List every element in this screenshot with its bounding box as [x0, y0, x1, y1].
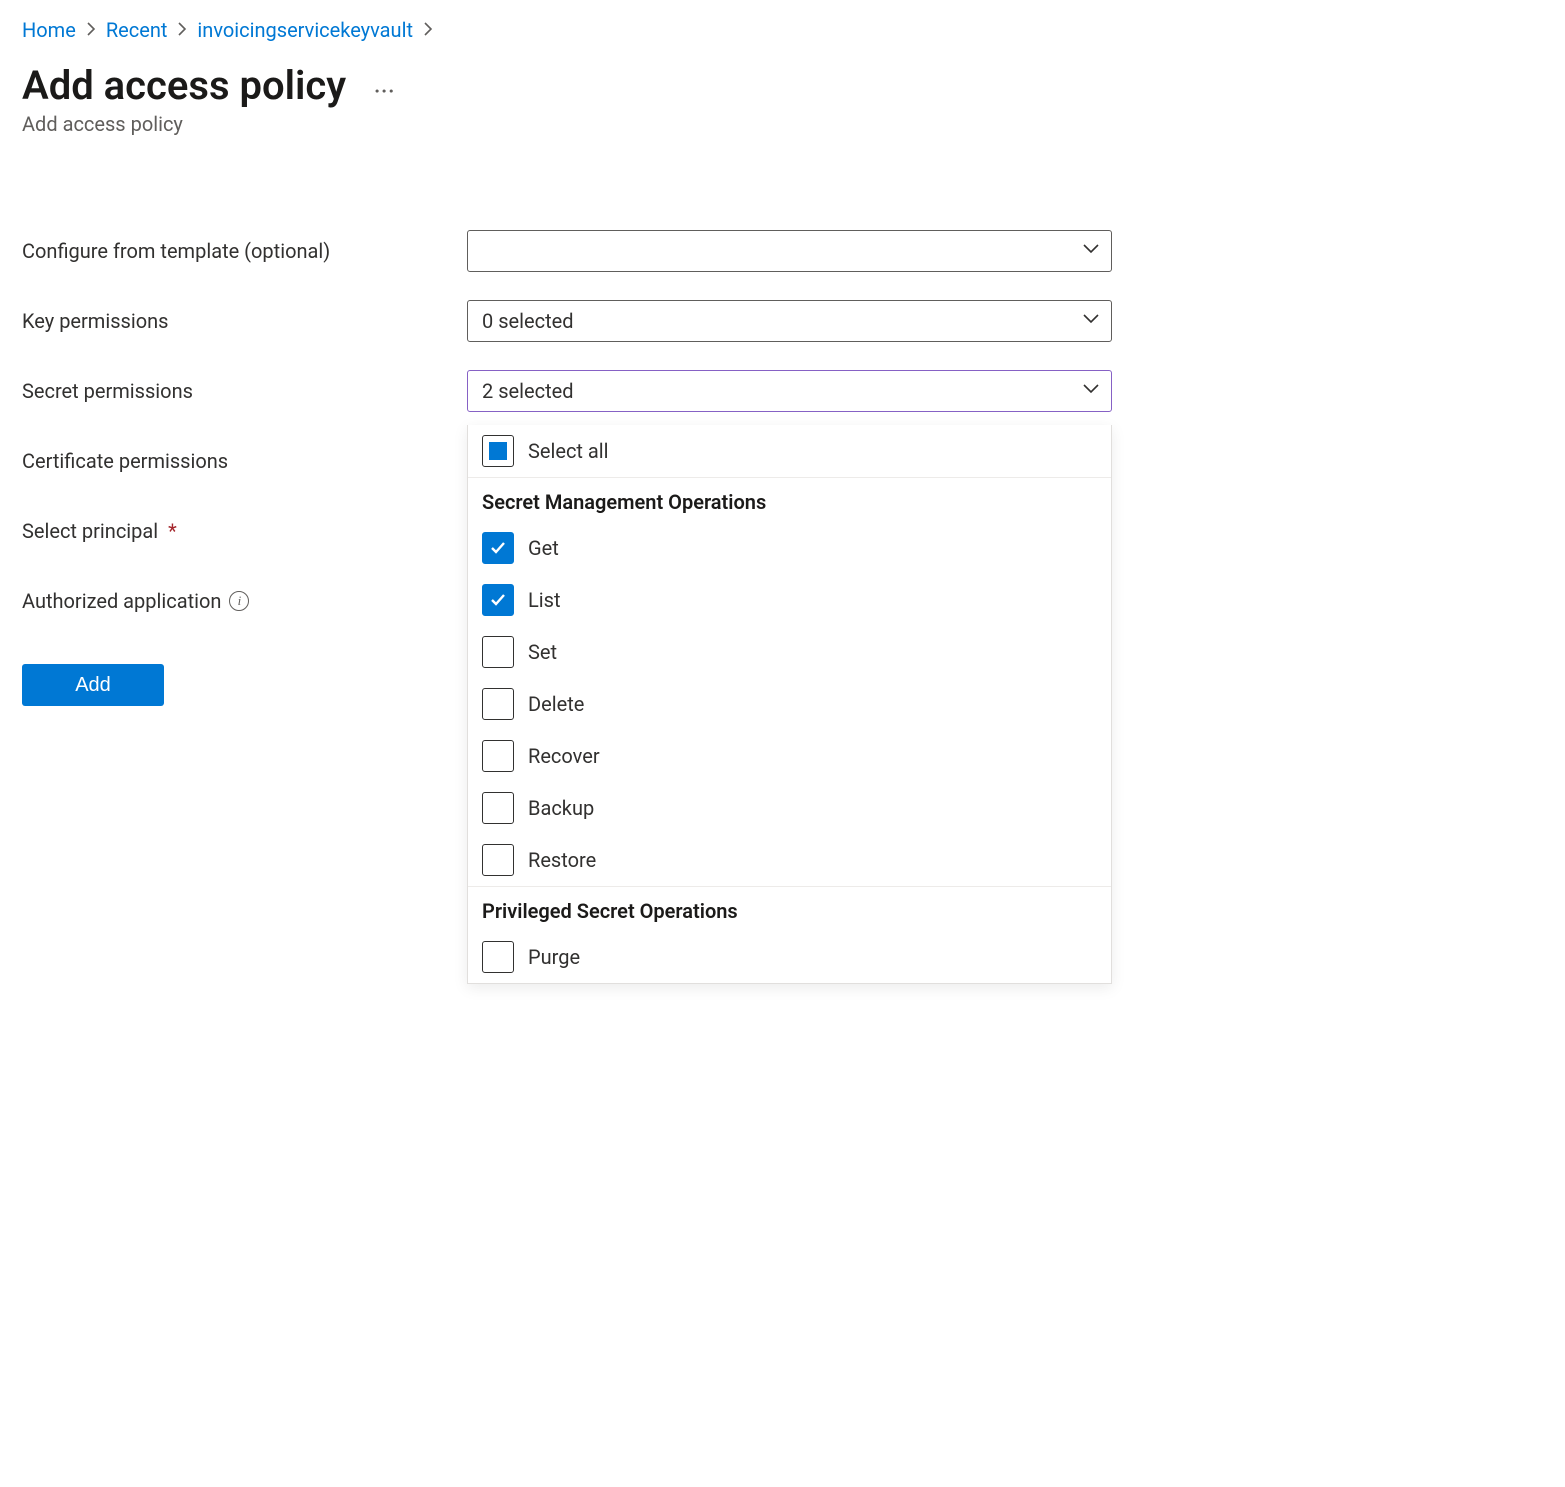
option-label: Set	[528, 640, 557, 664]
checkbox-empty-icon	[482, 740, 514, 772]
chevron-down-icon	[1083, 244, 1097, 258]
key-permissions-select[interactable]: 0 selected	[467, 300, 1112, 342]
option-label: Recover	[528, 744, 600, 768]
checkbox-indeterminate-icon	[482, 435, 514, 467]
option-list[interactable]: List	[468, 574, 1111, 626]
add-button[interactable]: Add	[22, 664, 164, 706]
option-restore[interactable]: Restore	[468, 834, 1111, 887]
select-principal-label: Select principal*	[22, 519, 467, 543]
option-label: Get	[528, 536, 559, 560]
key-permissions-label: Key permissions	[22, 309, 467, 333]
chevron-right-icon	[177, 21, 187, 40]
checkbox-empty-icon	[482, 792, 514, 824]
select-all-label: Select all	[528, 439, 609, 463]
info-icon[interactable]: i	[229, 591, 249, 611]
breadcrumb-home[interactable]: Home	[22, 18, 76, 42]
breadcrumb-keyvault[interactable]: invoicingservicekeyvault	[197, 18, 413, 42]
template-select[interactable]	[467, 230, 1112, 272]
secret-permissions-label: Secret permissions	[22, 379, 467, 403]
option-label: List	[528, 588, 561, 612]
page-title: Add access policy	[22, 64, 346, 108]
breadcrumb-recent[interactable]: Recent	[106, 18, 168, 42]
checkbox-checked-icon	[482, 584, 514, 616]
option-get[interactable]: Get	[468, 522, 1111, 574]
checkbox-empty-icon	[482, 941, 514, 973]
checkbox-empty-icon	[482, 688, 514, 720]
option-delete[interactable]: Delete	[468, 678, 1111, 730]
option-label: Purge	[528, 945, 580, 969]
option-purge[interactable]: Purge	[468, 931, 1111, 983]
checkbox-empty-icon	[482, 844, 514, 876]
secret-permissions-select[interactable]: 2 selected	[467, 370, 1112, 412]
option-recover[interactable]: Recover	[468, 730, 1111, 782]
more-ellipsis-icon[interactable]: ···	[374, 69, 395, 103]
option-label: Restore	[528, 848, 596, 872]
option-label: Backup	[528, 796, 594, 820]
secret-permissions-value: 2 selected	[482, 379, 574, 403]
certificate-permissions-label: Certificate permissions	[22, 449, 467, 473]
group-heading-privileged: Privileged Secret Operations	[468, 887, 1111, 931]
required-asterisk: *	[168, 519, 177, 543]
chevron-right-icon	[86, 21, 96, 40]
chevron-down-icon	[1083, 314, 1097, 328]
key-permissions-value: 0 selected	[482, 309, 574, 333]
chevron-down-icon	[1083, 384, 1097, 398]
checkbox-empty-icon	[482, 636, 514, 668]
breadcrumb: Home Recent invoicingservicekeyvault	[22, 18, 1543, 42]
template-label: Configure from template (optional)	[22, 239, 467, 263]
option-backup[interactable]: Backup	[468, 782, 1111, 834]
checkbox-checked-icon	[482, 532, 514, 564]
option-set[interactable]: Set	[468, 626, 1111, 678]
option-label: Delete	[528, 692, 584, 716]
authorized-application-label: Authorized application i	[22, 589, 467, 613]
page-subtitle: Add access policy	[22, 112, 1543, 136]
select-all-option[interactable]: Select all	[468, 425, 1111, 478]
group-heading-secret-management: Secret Management Operations	[468, 478, 1111, 522]
secret-permissions-dropdown: Select all Secret Management Operations …	[467, 425, 1112, 984]
chevron-right-icon	[423, 21, 433, 40]
